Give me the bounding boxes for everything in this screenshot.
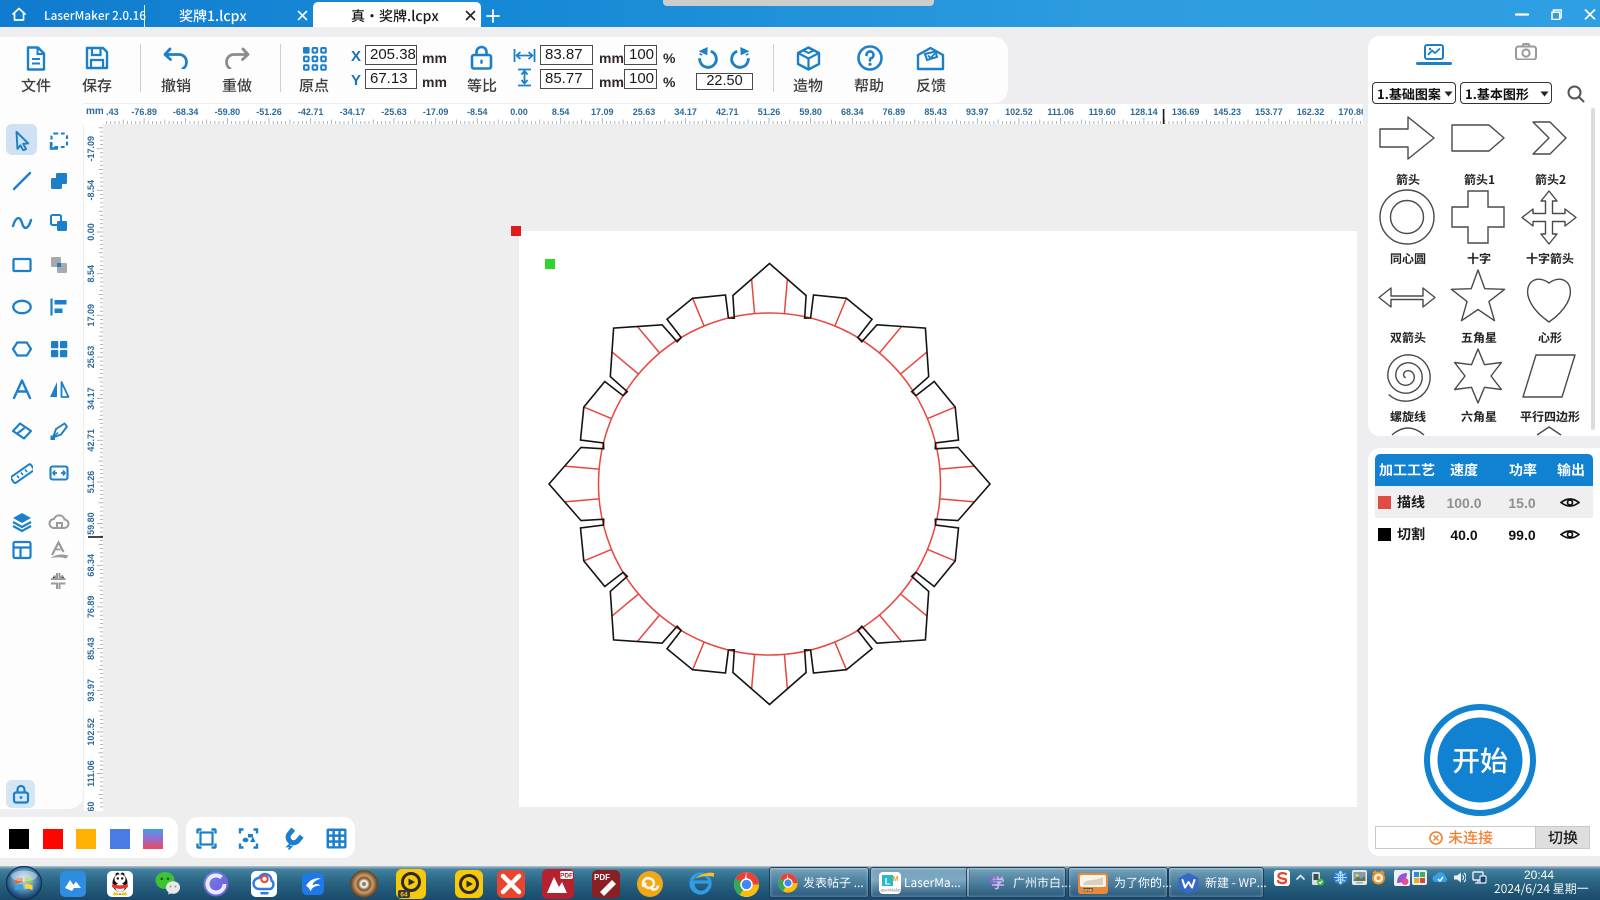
svg-text:51.26: 51.26 — [758, 107, 781, 117]
svg-text:76.89: 76.89 — [86, 596, 96, 619]
svg-text:42.71: 42.71 — [716, 107, 739, 117]
svg-text:LaserMaker: LaserMaker — [879, 888, 901, 893]
svg-text:170.86: 170.86 — [1338, 107, 1363, 117]
svg-text:68.34: 68.34 — [841, 107, 864, 117]
svg-text:-59.80: -59.80 — [215, 107, 241, 117]
svg-text:-17.09: -17.09 — [86, 136, 96, 162]
svg-text:93.97: 93.97 — [966, 107, 989, 117]
svg-text:64: 64 — [400, 892, 408, 899]
svg-text:-8.54: -8.54 — [86, 180, 96, 201]
svg-text:42.71: 42.71 — [86, 429, 96, 452]
svg-text:25.63: 25.63 — [86, 346, 96, 369]
svg-text:119.60: 119.60 — [86, 802, 96, 811]
svg-text:彩: 彩 — [988, 875, 997, 885]
svg-text:17.09: 17.09 — [591, 107, 614, 117]
svg-text:111.06: 111.06 — [1047, 107, 1074, 117]
svg-text:PDF: PDF — [594, 873, 610, 882]
svg-text:162.32: 162.32 — [1297, 107, 1325, 117]
svg-text:17.09: 17.09 — [86, 304, 96, 327]
svg-text:-34.17: -34.17 — [340, 107, 366, 117]
svg-text:93.97: 93.97 — [86, 679, 96, 702]
svg-text:8.54: 8.54 — [86, 265, 96, 283]
svg-text:-51.26: -51.26 — [256, 107, 282, 117]
svg-text:111.06: 111.06 — [86, 760, 96, 787]
svg-text:25.63: 25.63 — [633, 107, 656, 117]
svg-text:136.69: 136.69 — [1172, 107, 1200, 117]
svg-text:0.00: 0.00 — [510, 107, 528, 117]
svg-text:128.14: 128.14 — [1130, 107, 1158, 117]
svg-text:85.43: 85.43 — [86, 637, 96, 660]
svg-text:102.52: 102.52 — [1005, 107, 1033, 117]
svg-text:102.52: 102.52 — [86, 718, 96, 746]
svg-text:.43: .43 — [106, 107, 119, 117]
svg-text:59.80: 59.80 — [86, 512, 96, 535]
svg-text:145.23: 145.23 — [1213, 107, 1241, 117]
svg-text:51.26: 51.26 — [86, 471, 96, 494]
svg-text:0.00: 0.00 — [86, 223, 96, 241]
svg-text:85.43: 85.43 — [924, 107, 947, 117]
svg-text:M: M — [893, 876, 899, 883]
svg-text:-17.09: -17.09 — [423, 107, 449, 117]
svg-text:34.17: 34.17 — [674, 107, 697, 117]
svg-text:-68.34: -68.34 — [173, 107, 199, 117]
svg-text:34.17: 34.17 — [86, 387, 96, 410]
svg-text:-76.89: -76.89 — [131, 107, 157, 117]
svg-text:8.54: 8.54 — [552, 107, 570, 117]
svg-text:76.89: 76.89 — [883, 107, 906, 117]
svg-text:PDF: PDF — [560, 873, 573, 880]
svg-text:-25.63: -25.63 — [381, 107, 407, 117]
svg-text:L: L — [885, 877, 891, 887]
svg-text:153.77: 153.77 — [1255, 107, 1283, 117]
svg-text:59.80: 59.80 — [799, 107, 822, 117]
svg-text:-42.71: -42.71 — [298, 107, 324, 117]
svg-text:-8.54: -8.54 — [467, 107, 488, 117]
svg-text:DISK: DISK — [1083, 888, 1093, 893]
svg-text:68.34: 68.34 — [86, 554, 96, 577]
svg-text:119.60: 119.60 — [1089, 107, 1116, 117]
